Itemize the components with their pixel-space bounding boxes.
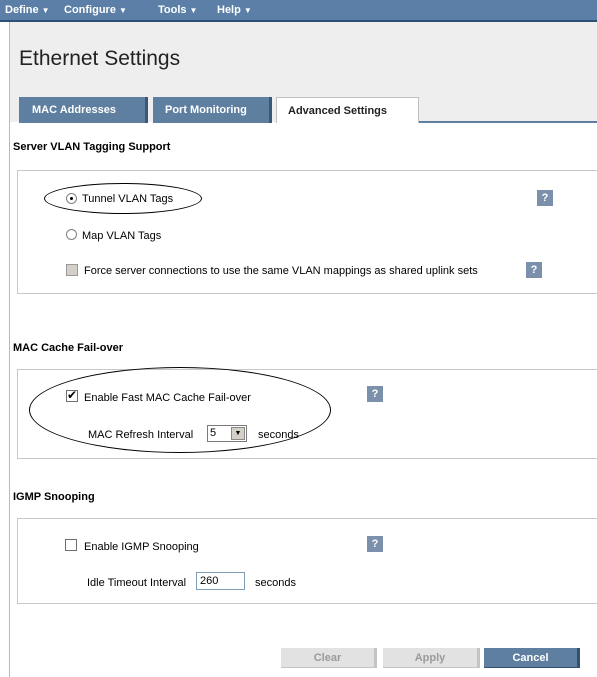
tunnel-vlan-label: Tunnel VLAN Tags [82, 193, 174, 205]
idle-timeout-label: Idle Timeout Interval [87, 577, 187, 589]
chevron-down-icon: ▼ [41, 6, 50, 15]
chevron-down-icon: ▼ [118, 6, 127, 15]
tab-underline [419, 121, 597, 123]
menu-configure[interactable]: Configure ▼ [64, 4, 127, 16]
mac-refresh-label: MAC Refresh Interval [88, 429, 194, 441]
menu-bar: Define ▼ Configure ▼ Tools ▼ Help ▼ [0, 0, 597, 22]
cancel-button[interactable]: Cancel [484, 648, 580, 668]
idle-timeout-unit: seconds [255, 577, 296, 589]
settings-page: Ethernet Settings MAC Addresses Port Mon… [9, 22, 597, 677]
check-icon: ✔ [67, 388, 78, 402]
chevron-down-icon: ▼ [243, 6, 252, 15]
tab-advanced-settings[interactable]: Advanced Settings [276, 97, 419, 123]
igmp-snooping-label: Enable IGMP Snooping [84, 541, 199, 553]
tab-port-monitoring[interactable]: Port Monitoring [153, 97, 272, 123]
map-vlan-label: Map VLAN Tags [82, 230, 162, 242]
map-vlan-radio[interactable] [66, 229, 77, 240]
igmp-snooping-checkbox[interactable] [65, 539, 77, 551]
force-mappings-label: Force server connections to use the same… [84, 265, 478, 277]
section-title-vlan: Server VLAN Tagging Support [13, 141, 171, 153]
dropdown-arrow-icon: ▼ [231, 427, 245, 440]
force-mappings-checkbox [66, 264, 78, 276]
fast-mac-failover-label: Enable Fast MAC Cache Fail-over [84, 392, 251, 404]
section-title-mac-cache: MAC Cache Fail-over [13, 342, 124, 354]
help-icon[interactable]: ? [537, 190, 553, 206]
mac-refresh-unit: seconds [258, 429, 299, 441]
page-title: Ethernet Settings [19, 47, 181, 70]
menu-define-label: Define [5, 4, 39, 16]
idle-timeout-input[interactable] [196, 572, 245, 590]
mac-cache-box [17, 369, 597, 459]
menu-define[interactable]: Define ▼ [5, 4, 50, 16]
menu-configure-label: Configure [64, 4, 116, 16]
fast-mac-failover-checkbox[interactable]: ✔ [66, 388, 78, 402]
help-icon[interactable]: ? [367, 536, 383, 552]
menu-tools-label: Tools [158, 4, 187, 16]
mac-refresh-value: 5 [210, 427, 217, 439]
tunnel-vlan-radio[interactable] [66, 193, 77, 204]
section-title-igmp: IGMP Snooping [13, 491, 95, 503]
clear-button[interactable]: Clear [281, 648, 377, 668]
apply-button[interactable]: Apply [383, 648, 480, 668]
tab-mac-addresses[interactable]: MAC Addresses [19, 97, 148, 123]
chevron-down-icon: ▼ [189, 6, 198, 15]
menu-help[interactable]: Help ▼ [217, 4, 252, 16]
help-icon[interactable]: ? [526, 262, 542, 278]
mac-refresh-select[interactable]: 5 ▼ [207, 425, 247, 442]
menu-tools[interactable]: Tools ▼ [158, 4, 197, 16]
help-icon[interactable]: ? [367, 386, 383, 402]
menu-help-label: Help [217, 4, 241, 16]
igmp-box [17, 518, 597, 604]
